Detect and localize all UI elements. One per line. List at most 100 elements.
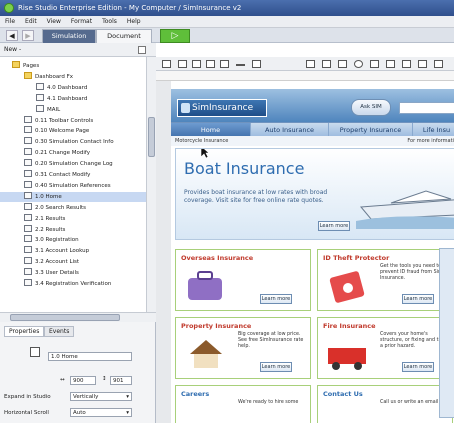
learn-more-button[interactable]: Learn more <box>402 294 434 304</box>
tree-item[interactable]: 0.20 Simulation Change Log <box>0 159 146 169</box>
panel-fire: Fire Insurance Covers your home's struct… <box>317 317 453 379</box>
tree-item[interactable]: 3.0 Registration <box>0 235 146 245</box>
line-tool-icon[interactable] <box>236 64 245 66</box>
table-tool-icon[interactable] <box>206 60 215 68</box>
tree-item[interactable]: 2.0 Search Results <box>0 202 146 213</box>
date-tool-icon[interactable] <box>434 60 443 68</box>
menu-bar: File Edit View Format Tools Help <box>0 16 454 28</box>
scroll-thumb[interactable] <box>148 117 155 157</box>
suitcase-image <box>188 271 222 300</box>
tree-item[interactable]: Pages <box>0 61 146 71</box>
combobox-tool-icon[interactable] <box>386 60 395 68</box>
tab-simulation[interactable]: Simulation <box>42 29 96 43</box>
panel-id-theft: ID Theft Protector Get the tools you nee… <box>317 249 453 311</box>
tree-item[interactable]: 0.31 Contact Modify <box>0 170 146 180</box>
checkbox-tool-icon[interactable] <box>370 60 379 68</box>
more-info-link[interactable]: For more informatio <box>407 136 454 146</box>
tree-item-label: 4.0 Dashboard <box>47 84 88 91</box>
page-icon <box>24 170 32 177</box>
folder-icon <box>12 61 20 68</box>
expand-select[interactable]: Vertically ▾ <box>70 392 132 401</box>
radio-tool-icon[interactable] <box>354 60 363 68</box>
tree-item[interactable]: 0.30 Simulation Contact Info <box>0 137 146 147</box>
design-canvas[interactable]: SimInsurance Ask SIM Home Auto Insurance… <box>156 81 454 423</box>
tab-document[interactable]: Document <box>96 29 152 43</box>
tree-item[interactable]: 3.3 User Details <box>0 268 146 278</box>
new-page-button[interactable]: New - <box>4 46 21 53</box>
play-button[interactable]: ▷ <box>160 29 190 43</box>
ask-sim-button[interactable]: Ask SIM <box>351 99 391 116</box>
tree-item[interactable]: 0.40 Simulation References <box>0 180 146 191</box>
menu-view[interactable]: View <box>42 16 66 28</box>
forward-arrow-icon[interactable]: ▶ <box>22 30 34 41</box>
widget-toolbar <box>156 57 454 71</box>
hscroll-select[interactable]: Auto ▾ <box>70 408 132 417</box>
tree-item[interactable]: 4.1 Dashboard <box>0 93 146 104</box>
tree-item[interactable]: 3.2 Account List <box>0 257 146 267</box>
panel-title: ID Theft Protector <box>323 254 390 262</box>
listbox-tool-icon[interactable] <box>402 60 411 68</box>
tree-item-label: Pages <box>23 63 40 69</box>
hero-learn-more-button[interactable]: Learn more <box>318 221 350 231</box>
panel-tool-icon[interactable] <box>178 60 187 68</box>
tree-item[interactable]: 3.4 Registration Verification <box>0 279 146 289</box>
learn-more-button[interactable]: Learn more <box>260 294 292 304</box>
tree-horizontal-scrollbar[interactable] <box>0 312 156 322</box>
tree-item[interactable]: 2.2 Results <box>0 224 146 235</box>
menu-format[interactable]: Format <box>66 16 97 28</box>
tab-events[interactable]: Events <box>44 326 75 337</box>
nav-auto-insurance[interactable]: Auto Insurance <box>251 123 329 137</box>
tree-item[interactable]: 0.10 Welcome Page <box>0 126 146 136</box>
menu-edit[interactable]: Edit <box>20 16 42 28</box>
page-name-field[interactable]: 1.0 Home <box>48 352 132 361</box>
grid-tool-icon[interactable] <box>252 60 261 68</box>
menu-file[interactable]: File <box>0 16 20 28</box>
sub-nav: Motorcycle Insurance For more informatio <box>171 136 454 146</box>
site-header: SimInsurance Ask SIM <box>171 89 454 122</box>
learn-more-button[interactable]: Learn more <box>402 362 434 372</box>
panel-body: Big coverage at low price. See free SimI… <box>238 332 304 349</box>
nav-home[interactable]: Home <box>171 123 251 137</box>
back-arrow-icon[interactable]: ◀ <box>6 30 18 41</box>
site-search-input[interactable] <box>399 102 454 114</box>
hscroll-label: Horizontal Scroll <box>4 410 49 416</box>
width-arrow-icon: ↔ <box>60 377 65 383</box>
scroll-thumb[interactable] <box>10 314 120 321</box>
tree-item-label: MAIL <box>47 106 61 113</box>
menu-tools[interactable]: Tools <box>97 16 122 28</box>
width-field[interactable]: 900 <box>70 376 96 385</box>
tree-item[interactable]: MAIL <box>0 104 146 115</box>
button-tool-icon[interactable] <box>322 60 331 68</box>
tree-vertical-scrollbar[interactable] <box>146 57 156 312</box>
breadcrumb[interactable]: Motorcycle Insurance <box>175 138 228 144</box>
tree-item-label: 3.3 User Details <box>35 270 79 277</box>
nav-life-insurance[interactable]: Life Insu <box>413 123 454 137</box>
height-field[interactable]: 901 <box>110 376 132 385</box>
text-tool-icon[interactable] <box>162 60 171 68</box>
nav-property-insurance[interactable]: Property Insurance <box>329 123 413 137</box>
tab-properties[interactable]: Properties <box>4 326 45 337</box>
tree-item[interactable]: 3.1 Account Lookup <box>0 246 146 256</box>
tree-toolbar: New - <box>0 43 156 57</box>
learn-more-button[interactable]: Learn more <box>260 362 292 372</box>
tree-item[interactable]: 2.1 Results <box>0 213 146 224</box>
tree-item-label: 0.20 Simulation Change Log <box>35 161 113 168</box>
list-tool-icon[interactable] <box>220 60 229 68</box>
tree-item[interactable]: 1.0 Home <box>0 191 146 202</box>
tree-item[interactable]: 4.0 Dashboard <box>0 82 146 93</box>
tree-item[interactable]: 0.21 Change Modify <box>0 148 146 158</box>
menu-help[interactable]: Help <box>122 16 146 28</box>
rectangle-tool-icon[interactable] <box>192 60 201 68</box>
tree-item[interactable]: Dashboard Fx <box>0 71 146 82</box>
tree-item-label: Dashboard Fx <box>35 73 74 80</box>
tree-item-label: 2.0 Search Results <box>35 204 86 211</box>
panel-property: Property Insurance Big coverage at low p… <box>175 317 311 379</box>
tree-item[interactable]: 0.11 Toolbar Controls <box>0 115 146 126</box>
tree-tool-icon[interactable] <box>418 60 427 68</box>
page-icon <box>24 137 32 145</box>
tree-item-label: 3.0 Registration <box>35 237 79 244</box>
image-tool-icon[interactable] <box>306 60 315 68</box>
input-tool-icon[interactable] <box>338 60 347 68</box>
panel-title: Careers <box>181 390 210 398</box>
delete-icon[interactable] <box>138 46 146 54</box>
